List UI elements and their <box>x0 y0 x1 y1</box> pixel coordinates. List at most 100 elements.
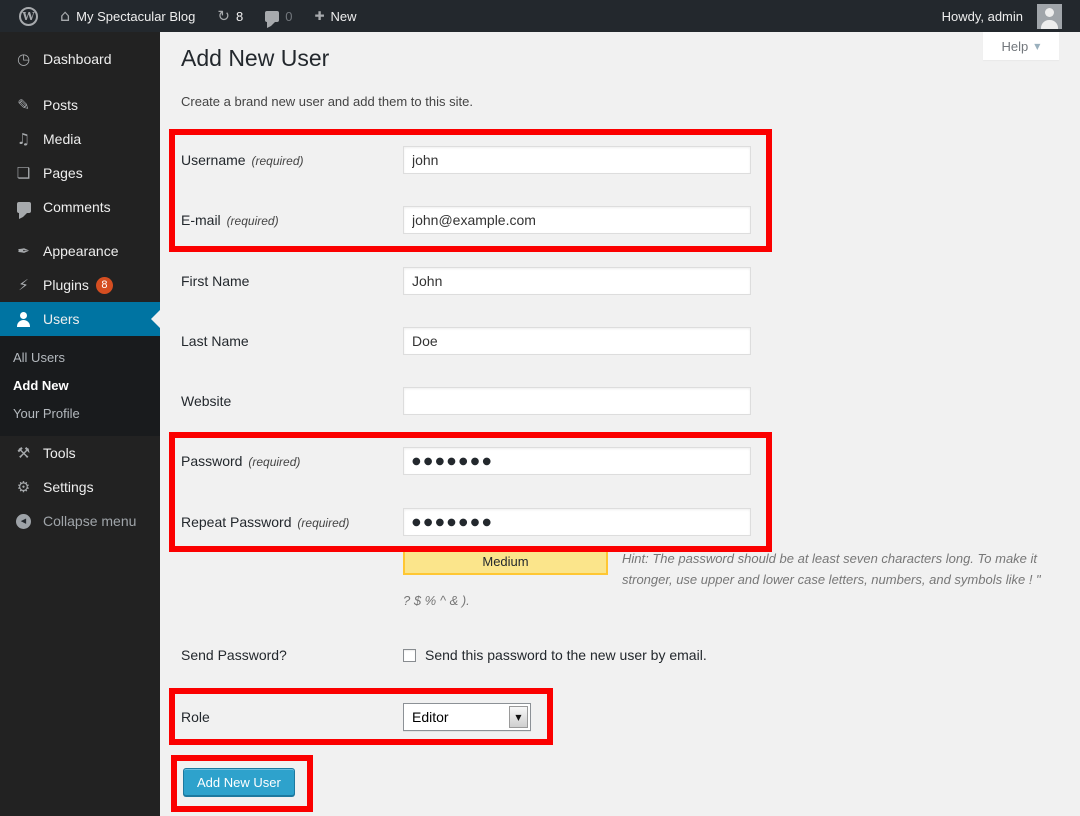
password-row: Password (required) <box>181 447 751 475</box>
username-input[interactable] <box>403 146 751 174</box>
plug-icon: ⚡ <box>13 278 34 293</box>
site-name: My Spectacular Blog <box>76 9 195 24</box>
plugins-update-badge: 8 <box>96 277 113 294</box>
chevron-down-icon: ▼ <box>1034 42 1040 51</box>
sidebar-item-users[interactable]: Users <box>0 302 160 336</box>
pushpin-icon: ✎ <box>13 98 34 113</box>
page-title: Add New User <box>181 45 329 72</box>
last-name-row: Last Name <box>181 327 751 355</box>
sidebar-item-plugins[interactable]: ⚡ Plugins 8 <box>0 268 160 302</box>
required-hint: (required) <box>227 214 279 228</box>
comments-count: 0 <box>285 9 292 24</box>
my-account-menu[interactable]: Howdy, admin <box>931 0 1073 32</box>
sidebar-item-dashboard[interactable]: ◷ Dashboard <box>0 42 160 76</box>
website-input[interactable] <box>403 387 751 415</box>
collapse-arrow-icon: ◀ <box>16 514 31 529</box>
last-name-input[interactable] <box>403 327 751 355</box>
media-icon: ♫ <box>13 132 34 147</box>
pages-icon: ❏ <box>13 166 34 181</box>
wrench-icon: ⚒ <box>13 446 34 461</box>
page-subtitle: Create a brand new user and add them to … <box>181 94 473 109</box>
submenu-label: Your Profile <box>13 406 80 421</box>
comments-menu[interactable]: 0 <box>254 0 303 32</box>
role-selected-value: Editor <box>412 709 449 725</box>
username-label: Username <box>181 152 246 168</box>
repeat-password-input[interactable] <box>403 508 751 536</box>
sidebar-item-comments[interactable]: Comments <box>0 190 160 224</box>
first-name-row: First Name <box>181 267 751 295</box>
admin-bar: W ⌂ My Spectacular Blog ↻ 8 0 ✚ New Howd… <box>0 0 1080 32</box>
role-label: Role <box>181 709 403 725</box>
howdy-text: Howdy, admin <box>942 9 1023 24</box>
settings-icon: ⚙ <box>13 480 34 495</box>
admin-sidebar: ◷ Dashboard ✎ Posts ♫ Media ❏ Pages Comm… <box>0 32 160 816</box>
new-content-menu[interactable]: ✚ New <box>303 0 367 32</box>
content-area: Add New User Help ▼ Create a brand new u… <box>160 32 1080 816</box>
sidebar-label: Media <box>43 131 81 147</box>
submenu-label: Add New <box>13 378 69 393</box>
website-row: Website <box>181 387 751 415</box>
user-icon <box>16 312 31 327</box>
repeat-password-row: Repeat Password (required) <box>181 508 751 536</box>
sidebar-subitem-add-new[interactable]: Add New <box>0 371 160 399</box>
help-button[interactable]: Help ▼ <box>983 32 1059 60</box>
help-label: Help <box>1002 39 1029 54</box>
sidebar-label: Comments <box>43 199 111 215</box>
sidebar-item-appearance[interactable]: ✒ Appearance <box>0 234 160 268</box>
password-strength-area: Medium Hint: The password should be at l… <box>403 548 1043 611</box>
collapse-menu-button[interactable]: ◀ Collapse menu <box>0 504 160 538</box>
first-name-input[interactable] <box>403 267 751 295</box>
dropdown-arrow-icon: ▼ <box>509 706 528 728</box>
sidebar-label: Appearance <box>43 243 119 259</box>
admin-bar-right: Howdy, admin <box>931 0 1080 32</box>
password-strength-meter: Medium <box>403 548 608 575</box>
send-password-checkbox[interactable] <box>403 649 416 662</box>
last-name-label: Last Name <box>181 333 403 349</box>
email-input[interactable] <box>403 206 751 234</box>
admin-bar-left: W ⌂ My Spectacular Blog ↻ 8 0 ✚ New <box>0 0 368 32</box>
add-new-user-button[interactable]: Add New User <box>183 768 295 796</box>
password-label: Password <box>181 453 242 469</box>
comments-bubble-icon <box>265 11 279 22</box>
updates-count: 8 <box>236 9 243 24</box>
sidebar-label: Users <box>43 311 80 327</box>
paintbrush-icon: ✒ <box>13 244 34 259</box>
wordpress-logo-icon: W <box>19 7 38 26</box>
sidebar-item-tools[interactable]: ⚒ Tools <box>0 436 160 470</box>
sidebar-label: Settings <box>43 479 94 495</box>
user-avatar <box>1037 4 1062 29</box>
required-hint: (required) <box>248 455 300 469</box>
wordpress-menu[interactable]: W <box>8 0 49 32</box>
email-label: E-mail <box>181 212 221 228</box>
sidebar-item-posts[interactable]: ✎ Posts <box>0 88 160 122</box>
sidebar-subitem-all-users[interactable]: All Users <box>0 343 160 371</box>
sidebar-item-media[interactable]: ♫ Media <box>0 122 160 156</box>
comments-bubble-icon <box>17 202 31 213</box>
send-password-checkbox-label: Send this password to the new user by em… <box>425 647 707 663</box>
users-submenu: All Users Add New Your Profile <box>0 336 160 436</box>
email-row: E-mail (required) <box>181 206 751 234</box>
sidebar-label: Pages <box>43 165 83 181</box>
home-icon: ⌂ <box>60 8 70 24</box>
password-input[interactable] <box>403 447 751 475</box>
sidebar-label: Plugins <box>43 277 89 293</box>
website-label: Website <box>181 393 403 409</box>
sidebar-item-pages[interactable]: ❏ Pages <box>0 156 160 190</box>
sidebar-label: Posts <box>43 97 78 113</box>
required-hint: (required) <box>297 516 349 530</box>
sidebar-label: Dashboard <box>43 51 112 67</box>
role-select[interactable]: Editor ▼ <box>403 703 531 731</box>
new-label: New <box>331 9 357 24</box>
site-name-menu[interactable]: ⌂ My Spectacular Blog <box>49 0 206 32</box>
send-password-label: Send Password? <box>181 647 403 663</box>
username-row: Username (required) <box>181 146 751 174</box>
sidebar-item-settings[interactable]: ⚙ Settings <box>0 470 160 504</box>
updates-menu[interactable]: ↻ 8 <box>206 0 254 32</box>
updates-icon: ↻ <box>217 9 230 24</box>
role-row: Role Editor ▼ <box>181 703 531 731</box>
first-name-label: First Name <box>181 273 403 289</box>
submenu-label: All Users <box>13 350 65 365</box>
plus-icon: ✚ <box>314 10 324 22</box>
sidebar-subitem-your-profile[interactable]: Your Profile <box>0 399 160 427</box>
dashboard-icon: ◷ <box>13 52 34 67</box>
